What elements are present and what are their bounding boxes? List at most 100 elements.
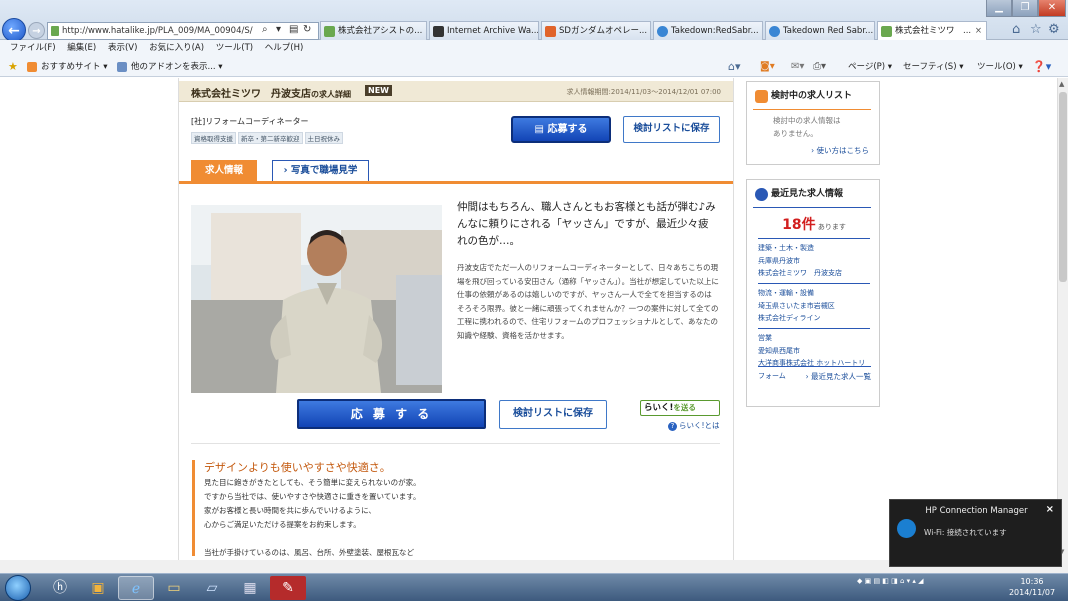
web-page: 株式会社ミツワ 丹波支店の求人詳細 NEW 求人情報期間:2014/11/03〜… <box>0 78 1058 560</box>
recent-count: 18件 あります <box>782 217 846 233</box>
job-header: 株式会社ミツワ 丹波支店の求人詳細 NEW 求人情報期間:2014/11/03〜… <box>179 81 733 102</box>
section-body: 見た目に飽きがきたとしても、そう簡単に変えられないのが家。 ですから当社では、使… <box>204 478 421 557</box>
notification-title: HP Connection Manager <box>925 506 1028 516</box>
tab-6-active[interactable]: 株式会社ミツワ ... × <box>877 21 987 40</box>
menu-tools[interactable]: ツール(T) <box>216 43 253 53</box>
settings-gear-icon[interactable]: ⚙ <box>1048 22 1060 37</box>
safety-menu[interactable]: セーフティ(S) ▾ <box>903 57 963 77</box>
clock[interactable]: 10:36 2014/11/07 <box>1000 576 1064 598</box>
home-toolbar-icon[interactable]: ⌂▾ <box>728 57 741 77</box>
save-to-list-button-top[interactable]: 検討リストに保存 <box>623 116 720 143</box>
minimize-button[interactable]: ▁ <box>986 0 1012 17</box>
recent-job-item[interactable]: 建築・土木・製造 兵庫県丹波市 株式会社ミツワ 丹波支店 <box>758 238 870 280</box>
wifi-icon <box>897 519 916 538</box>
notes-app-icon[interactable]: ▱ <box>194 576 230 600</box>
menu-view[interactable]: 表示(V) <box>108 43 137 53</box>
apply-button-top[interactable]: ▤ 応募する <box>511 116 611 143</box>
how-to-use-link[interactable]: › 使い方はこちら <box>811 145 869 156</box>
staff-photo-image <box>191 205 442 393</box>
search-icon[interactable]: ⌕ <box>262 24 268 35</box>
tab-job-info[interactable]: 求人情報 <box>191 160 257 182</box>
recent-job-item[interactable]: 物流・運輸・設備 埼玉県さいたま市岩槻区 株式会社ディライン <box>758 283 870 325</box>
recent-list-link[interactable]: › 最近見た求人一覧 <box>758 366 871 382</box>
addons-link[interactable]: 他のアドオンを表示... ▾ <box>131 57 223 77</box>
menu-help[interactable]: ヘルプ(H) <box>265 43 304 53</box>
close-window-button[interactable]: ✕ <box>1038 0 1066 17</box>
refresh-icon[interactable]: ↻ <box>303 24 311 35</box>
compat-view-icon[interactable]: ▤ <box>289 24 298 35</box>
restore-button[interactable]: ❐ <box>1012 0 1038 17</box>
save-to-list-button[interactable]: 検討リストに保存 <box>499 400 607 429</box>
tab-1[interactable]: 株式会社アシストの... <box>320 21 427 40</box>
tab-workplace-photos[interactable]: › 写真で職場見学 <box>272 160 369 182</box>
job-tags: 資格取得支援 新卒・第二新卒歓迎 土日祝休み <box>191 132 345 144</box>
recent-jobs-box: 最近見た求人情報 18件 あります 建築・土木・製造 兵庫県丹波市 株式会社ミツ… <box>746 179 880 407</box>
staff-photo <box>191 205 442 393</box>
tag: 資格取得支援 <box>191 132 236 144</box>
job-headline: 仲間はもちろん、職人さんともお客様とも話が弾む♪みんなに頼りにされる「ヤッさん」… <box>457 201 716 247</box>
tray-icons[interactable]: ◆ ▣ ▤ ◧ ◨ ⌂ ▾ ▴ ◢ <box>857 577 924 585</box>
tab-close-icon[interactable]: × <box>975 22 982 40</box>
addons-icon <box>117 62 127 72</box>
menu-favorites[interactable]: お気に入り(A) <box>149 43 204 53</box>
tab-favicon <box>324 26 335 37</box>
taskbar: ⓗ ▣ ℯ ▭ ▱ ▦ ✎ ◆ ▣ ▤ ◧ ◨ ⌂ ▾ ▴ ◢ 10:36 20… <box>0 573 1068 601</box>
connection-notification[interactable]: HP Connection Manager × Wi-Fi: 接続されています <box>889 499 1062 567</box>
forward-button[interactable]: → <box>28 22 45 39</box>
document-icon: ▤ <box>534 124 548 135</box>
internet-explorer-icon[interactable]: ℯ <box>118 576 154 600</box>
system-tray: ◆ ▣ ▤ ◧ ◨ ⌂ ▾ ▴ ◢ <box>857 577 924 599</box>
menu-bar: ファイル(F) 編集(E) 表示(V) お気に入り(A) ツール(T) ヘルプ(… <box>0 40 1068 57</box>
apply-button[interactable]: 応 募 す る <box>297 399 486 429</box>
home-icon[interactable]: ⌂ <box>1012 22 1020 37</box>
suggested-sites-link[interactable]: おすすめサイト ▾ <box>41 57 107 77</box>
notification-close-icon[interactable]: × <box>1046 504 1054 515</box>
tab-3[interactable]: SDガンダムオペレー... <box>541 21 651 40</box>
pdf-app-icon[interactable]: ✎ <box>270 576 306 600</box>
recent-jobs-header: 最近見た求人情報 <box>753 186 871 208</box>
tab-favicon <box>545 26 556 37</box>
scroll-thumb[interactable] <box>1059 92 1067 282</box>
back-button[interactable]: ← <box>2 18 26 42</box>
vertical-scrollbar[interactable]: ▲ ▼ <box>1057 78 1068 560</box>
menu-edit[interactable]: 編集(E) <box>67 43 96 53</box>
scroll-up-icon[interactable]: ▲ <box>1059 80 1064 88</box>
help-icon[interactable]: ❓▾ <box>1032 57 1051 77</box>
favorites-star-icon[interactable]: ☆ <box>1030 22 1042 37</box>
app-icon[interactable]: ▣ <box>80 576 116 600</box>
menu-file[interactable]: ファイル(F) <box>10 43 56 53</box>
job-description: 丹波支店でただ一人のリフォームコーディネーターとして、日々あちこちの現場を飛び回… <box>457 263 719 340</box>
site-favicon <box>51 26 59 36</box>
job-title: [社]リフォームコーディネーター <box>191 117 309 126</box>
chevron-right-icon: › <box>283 165 291 176</box>
job-detail-main: 株式会社ミツワ 丹波支店の求人詳細 NEW 求人情報期間:2014/11/03〜… <box>178 78 734 560</box>
print-icon[interactable]: ⎙▾ <box>813 57 826 77</box>
tab-favicon <box>657 26 668 37</box>
suggested-sites-icon <box>27 62 37 72</box>
listing-period: 求人情報期間:2014/11/03〜2014/12/01 07:00 <box>566 88 721 96</box>
tab-underline <box>179 181 733 184</box>
tab-favicon <box>881 26 892 37</box>
tab-5[interactable]: Takedown Red Sabr... <box>765 21 875 40</box>
mail-icon[interactable]: ✉▾ <box>791 57 804 77</box>
tag: 新卒・第二新卒歓迎 <box>238 132 303 144</box>
start-button[interactable] <box>5 575 31 601</box>
section-accent-bar <box>192 460 195 556</box>
section-title: デザインよりも使いやすさや快適さ。 <box>204 461 391 474</box>
rss-icon[interactable]: ◙▾ <box>760 57 775 77</box>
window-app-icon[interactable]: ▦ <box>232 576 268 600</box>
company-name: 株式会社ミツワ 丹波支店の求人詳細 <box>191 89 351 100</box>
dropdown-icon[interactable]: ▾ <box>276 24 281 35</box>
page-menu[interactable]: ページ(P) ▾ <box>848 57 892 77</box>
tab-favicon <box>769 26 780 37</box>
tab-2[interactable]: Internet Archive Wa... <box>429 21 539 40</box>
file-explorer-icon[interactable]: ▭ <box>156 576 192 600</box>
hp-icon[interactable]: ⓗ <box>42 576 78 600</box>
tag: 土日祝休み <box>304 132 343 144</box>
question-icon: ? <box>668 422 677 431</box>
tools-menu[interactable]: ツール(O) ▾ <box>977 57 1023 77</box>
raiku-send-button[interactable]: らいく!を送る <box>640 400 720 416</box>
favorites-star-icon[interactable]: ★ <box>8 57 18 77</box>
raiku-help-link[interactable]: ? らいく!とは <box>668 420 720 431</box>
tab-4[interactable]: Takedown:RedSabr... <box>653 21 763 40</box>
